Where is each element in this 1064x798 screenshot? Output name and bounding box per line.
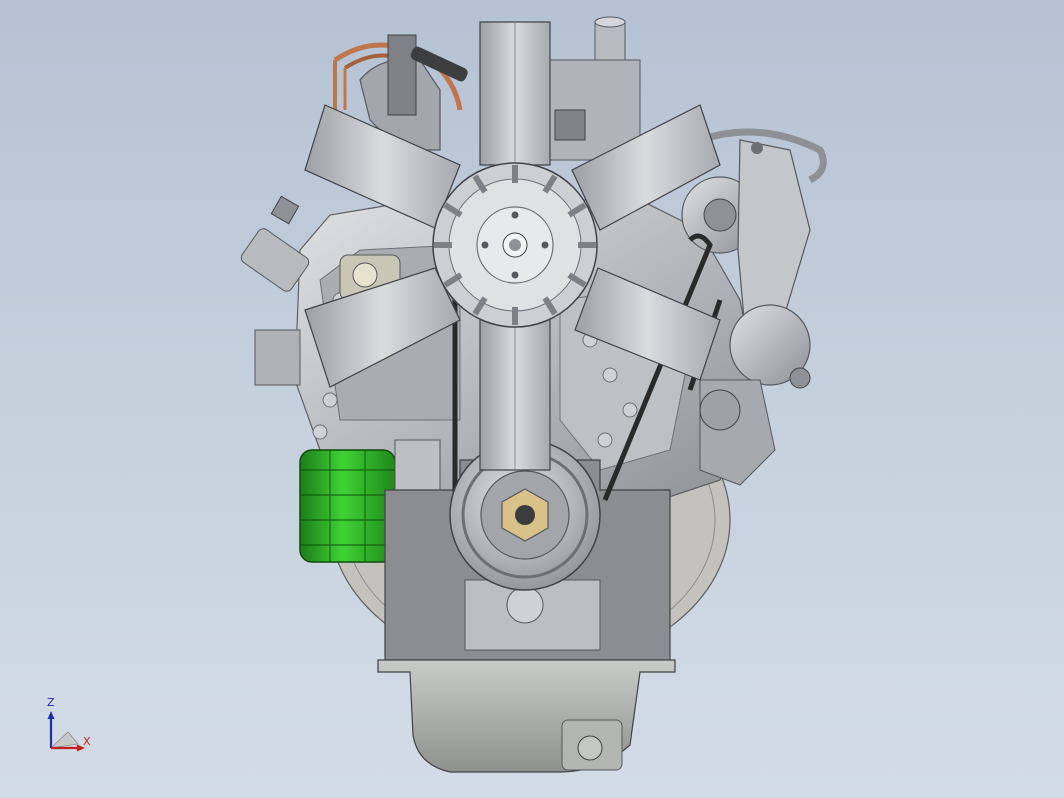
engine-model[interactable] <box>0 0 1064 798</box>
orientation-triad[interactable]: Z X <box>38 696 98 756</box>
z-axis-label: Z <box>47 696 55 709</box>
thermostat-housing <box>549 16 641 161</box>
cad-viewport[interactable]: Z X <box>0 0 1064 798</box>
fan-blade-bottom <box>479 317 551 471</box>
oil-filter <box>299 449 396 563</box>
x-axis-label: X <box>83 735 91 748</box>
oil-pan <box>377 659 676 773</box>
fan-hub <box>432 162 598 328</box>
fan-blade-top <box>479 21 551 166</box>
